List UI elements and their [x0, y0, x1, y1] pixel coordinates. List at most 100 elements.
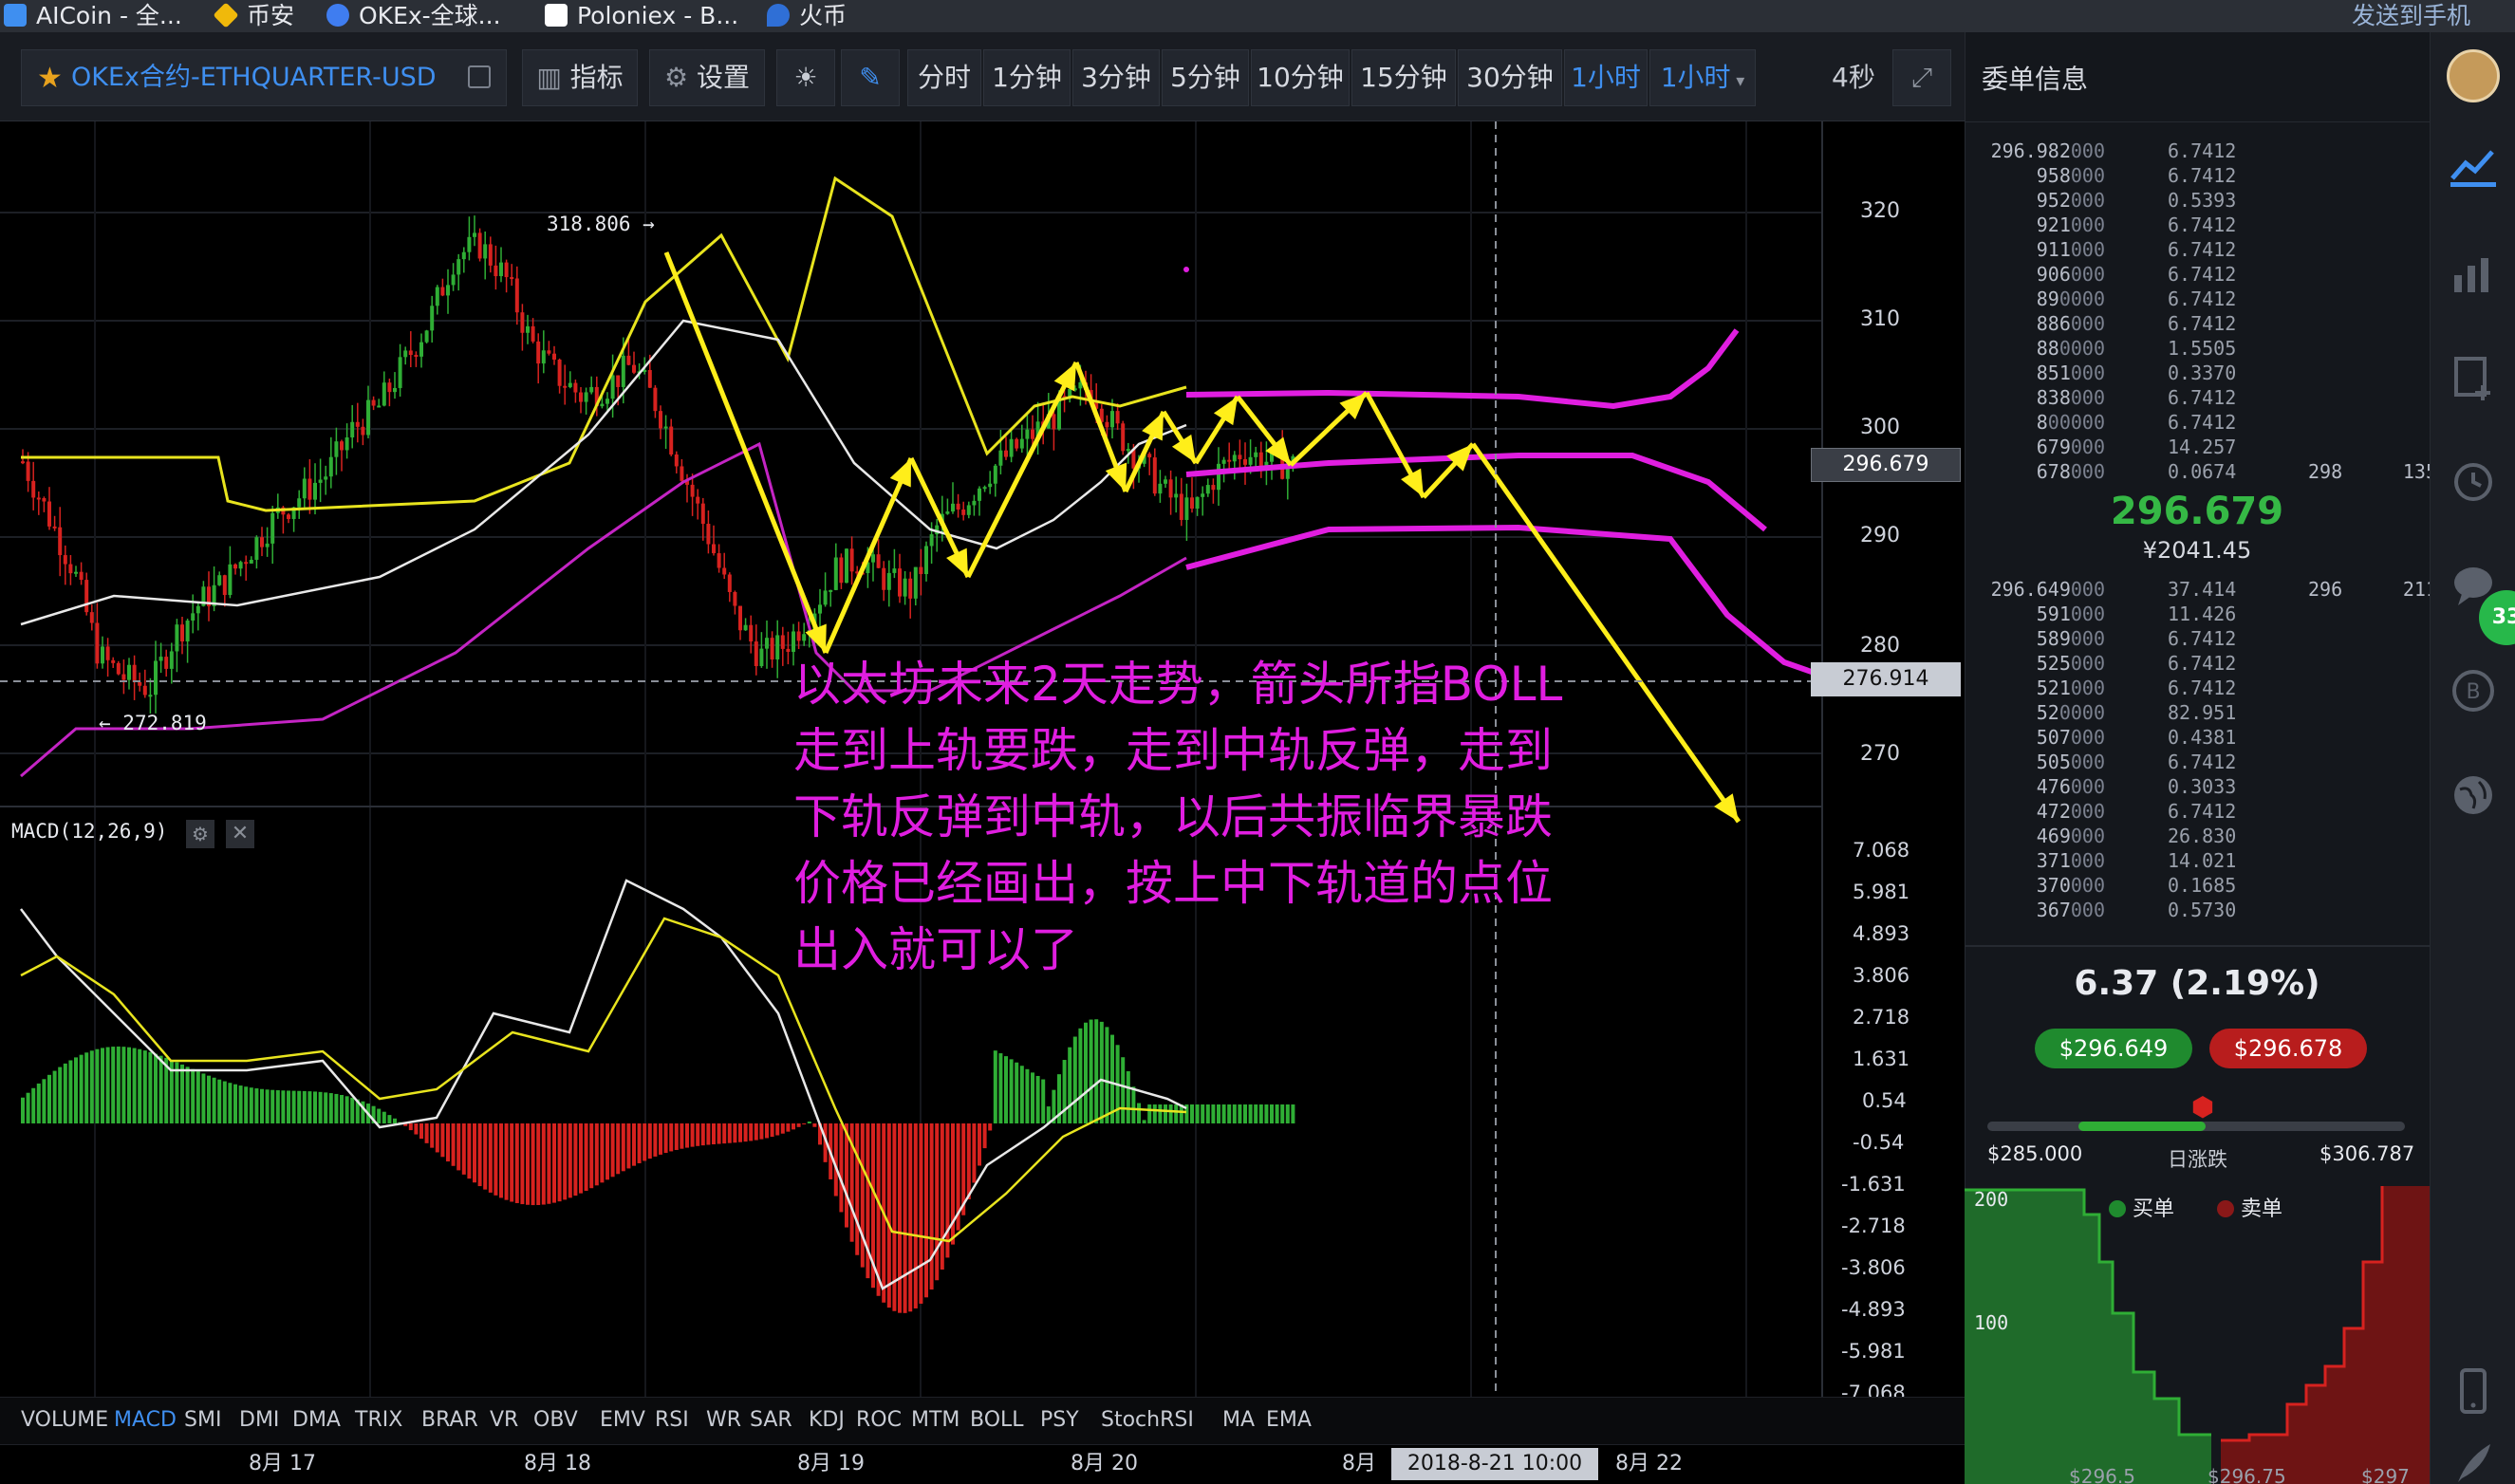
macd-histogram-bar — [1205, 1104, 1210, 1123]
indicator-tab-wr[interactable]: WR — [706, 1397, 741, 1444]
candle-body — [876, 554, 881, 568]
order-row[interactable]: 890000 6.7412 — [1982, 287, 2418, 311]
order-row[interactable]: 521000 6.7412 — [1982, 676, 2418, 700]
feather-icon[interactable] — [2449, 1438, 2498, 1484]
location-pin-icon: ⬢ — [2190, 1091, 2215, 1122]
candle-body — [951, 503, 955, 512]
order-row[interactable]: 507000 0.4381 — [1982, 725, 2418, 750]
order-row[interactable]: 911000 6.7412 — [1982, 237, 2418, 262]
globe-icon[interactable] — [2449, 770, 2498, 820]
indicator-tab-smi[interactable]: SMI — [184, 1397, 221, 1444]
interval-dropdown[interactable]: 1小时 ▾ — [1649, 49, 1756, 106]
draw-tool-button[interactable]: ✎ — [841, 49, 900, 106]
order-row[interactable]: 679000 14.257 — [1982, 435, 2418, 459]
macd-histogram-bar — [1041, 1079, 1046, 1123]
interval-tab-active[interactable]: 1小时 — [1564, 49, 1648, 106]
interval-tab[interactable]: 5分钟 — [1162, 49, 1249, 106]
indicator-tab-rsi[interactable]: RSI — [655, 1397, 689, 1444]
indicator-tab-macd[interactable]: MACD — [114, 1397, 177, 1444]
order-row[interactable]: 520000 82.951 — [1982, 700, 2418, 725]
order-row[interactable]: 591000 11.426 — [1982, 602, 2418, 626]
candle-body — [196, 605, 200, 614]
interval-tab[interactable]: 分时 — [907, 49, 981, 106]
fullscreen-button[interactable]: ⤢ — [1892, 49, 1951, 106]
indicator-tab-ma[interactable]: MA — [1222, 1397, 1255, 1444]
theme-toggle[interactable]: ☀ — [776, 49, 835, 106]
bookmark-poloniex[interactable]: Poloniex - B... — [545, 0, 738, 32]
order-row[interactable]: 886000 6.7412 — [1982, 311, 2418, 336]
refresh-interval[interactable]: 4秒 — [1832, 49, 1875, 106]
macd-histogram-bar — [233, 1084, 237, 1123]
macd-histogram-bar — [116, 1046, 121, 1123]
indicator-tab-dma[interactable]: DMA — [292, 1397, 341, 1444]
indicator-tab-brar[interactable]: BRAR — [421, 1397, 478, 1444]
indicator-tab-vr[interactable]: VR — [490, 1397, 518, 1444]
indicator-tab-volume[interactable]: VOLUME — [21, 1397, 108, 1444]
order-row[interactable]: 469000 26.830 — [1982, 824, 2418, 848]
interval-tab[interactable]: 1分钟 — [983, 49, 1071, 106]
copy-icon[interactable] — [468, 65, 491, 88]
indicator-tab-psy[interactable]: PSY — [1040, 1397, 1079, 1444]
order-row[interactable]: 296.982000 6.7412 — [1982, 139, 2418, 163]
close-icon[interactable]: ✕ — [226, 820, 254, 848]
indicator-tab-boll[interactable]: BOLL — [970, 1397, 1024, 1444]
indicator-tab-emv[interactable]: EMV — [600, 1397, 645, 1444]
interval-tab[interactable]: 30分钟 — [1458, 49, 1562, 106]
macd-histogram-bar — [1275, 1104, 1279, 1123]
indicator-tab-mtm[interactable]: MTM — [911, 1397, 959, 1444]
symbol-selector[interactable]: ★ OKEx合约-ETHQUARTER-USD — [21, 49, 507, 106]
indicator-tab-stochrsi[interactable]: StochRSI — [1101, 1397, 1194, 1444]
indicator-tab-dmi[interactable]: DMI — [239, 1397, 279, 1444]
order-price: 371000 — [1982, 848, 2105, 873]
bid-price-button[interactable]: $296.649 — [2035, 1029, 2192, 1068]
order-row[interactable]: 296.649000 37.414 296 211 — [1982, 577, 2437, 602]
order-row[interactable]: 800000 6.7412 — [1982, 410, 2418, 435]
indicator-tab-roc[interactable]: ROC — [856, 1397, 902, 1444]
order-row[interactable]: 958000 6.7412 — [1982, 163, 2418, 188]
order-row[interactable]: 525000 6.7412 — [1982, 651, 2418, 676]
avatar[interactable] — [2447, 49, 2500, 102]
bookmark-huobi[interactable]: 火币 — [767, 0, 847, 32]
bookmark-binance[interactable]: 币安 — [213, 0, 294, 32]
bookmark-okex[interactable]: OKEx-全球... — [326, 0, 501, 32]
order-row[interactable]: 476000 0.3033 — [1982, 774, 2418, 799]
bookmark-aicoin[interactable]: AICoin - 全... — [4, 0, 182, 32]
indicator-tab-kdj[interactable]: KDJ — [809, 1397, 845, 1444]
chart-trend-icon[interactable] — [2449, 140, 2498, 190]
order-row[interactable]: 880000 1.5505 — [1982, 336, 2418, 361]
order-row[interactable]: 851000 0.3370 — [1982, 361, 2418, 385]
order-row[interactable]: 505000 6.7412 — [1982, 750, 2418, 774]
gear-icon[interactable]: ⚙ — [186, 820, 214, 848]
indicator-tab-sar[interactable]: SAR — [750, 1397, 792, 1444]
order-row[interactable]: 678000 0.0674 298 135 — [1982, 459, 2437, 484]
ask-price-button[interactable]: $296.678 — [2209, 1029, 2367, 1068]
bitcoin-icon[interactable]: B — [2449, 666, 2498, 715]
send-to-phone[interactable]: 发送到手机 — [2352, 0, 2470, 32]
clock-icon[interactable] — [2449, 455, 2498, 505]
order-row[interactable]: 952000 0.5393 — [1982, 188, 2418, 213]
indicator-tab-ema[interactable]: EMA — [1266, 1397, 1312, 1444]
interval-tab[interactable]: 10分钟 — [1251, 49, 1350, 106]
market-icon[interactable] — [2449, 249, 2498, 298]
add-page-icon[interactable] — [2449, 353, 2498, 402]
indicator-tab-obv[interactable]: OBV — [533, 1397, 578, 1444]
order-row[interactable]: 921000 6.7412 — [1982, 213, 2418, 237]
star-icon[interactable]: ★ — [37, 62, 63, 95]
interval-tab[interactable]: 15分钟 — [1351, 49, 1456, 106]
depth-x-tick: $296.75 — [2208, 1465, 2286, 1484]
candle-body — [966, 505, 971, 515]
phone-icon[interactable] — [2449, 1366, 2498, 1416]
settings-button[interactable]: ⚙ 设置 — [649, 49, 765, 106]
indicators-button[interactable]: ▥ 指标 — [522, 49, 638, 106]
order-row[interactable]: 472000 6.7412 — [1982, 799, 2418, 824]
indicator-tab-trix[interactable]: TRIX — [355, 1397, 402, 1444]
order-row[interactable]: 370000 0.1685 — [1982, 873, 2418, 898]
candle-body — [504, 262, 509, 278]
order-row[interactable]: 906000 6.7412 — [1982, 262, 2418, 287]
interval-tab[interactable]: 3分钟 — [1072, 49, 1160, 106]
order-row[interactable]: 589000 6.7412 — [1982, 626, 2418, 651]
order-row[interactable]: 371000 14.021 — [1982, 848, 2418, 873]
order-row[interactable]: 838000 6.7412 — [1982, 385, 2418, 410]
order-qty: 1.5505 — [2168, 337, 2237, 360]
order-row[interactable]: 367000 0.5730 — [1982, 898, 2418, 922]
